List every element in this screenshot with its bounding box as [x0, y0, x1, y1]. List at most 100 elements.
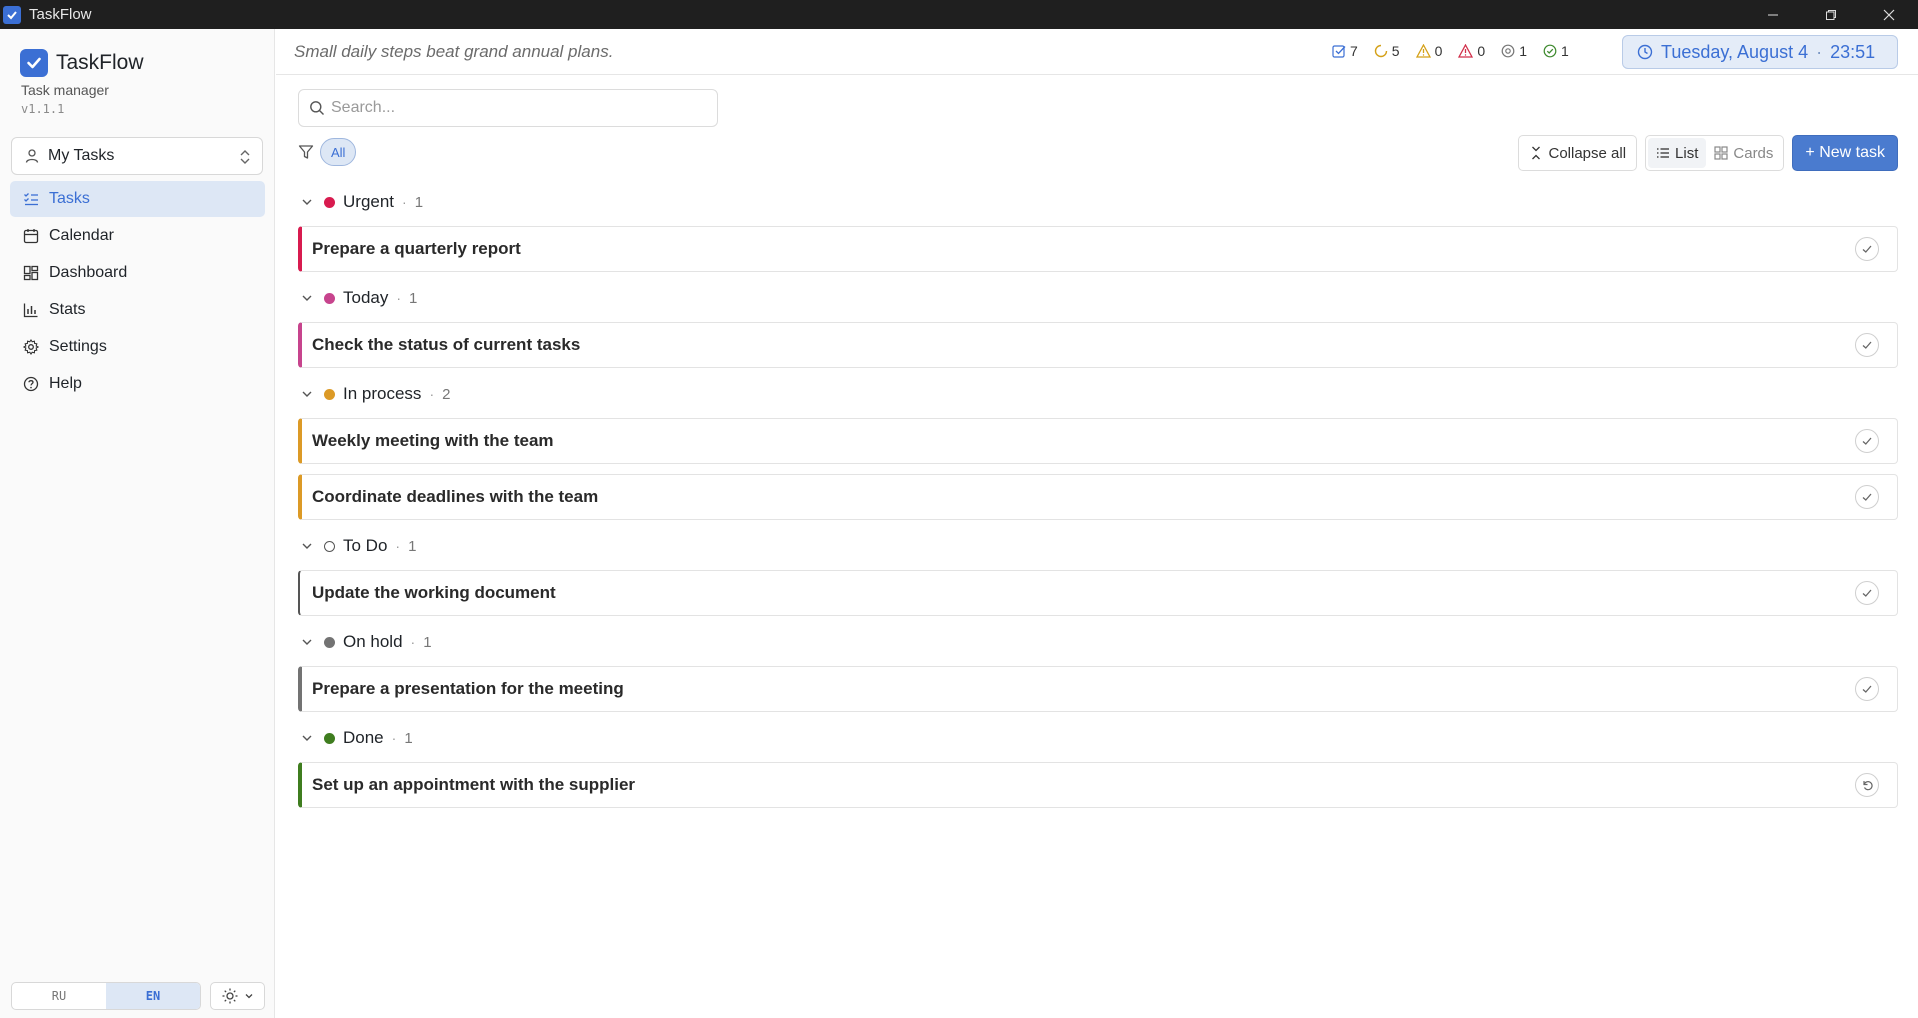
task-row[interactable]: Weekly meeting with the team: [298, 418, 1898, 464]
complete-task-button[interactable]: [1855, 237, 1879, 261]
check-icon: [1862, 685, 1872, 693]
gear-icon: [22, 338, 40, 356]
complete-task-button[interactable]: [1855, 485, 1879, 509]
progress-circle-icon: [1374, 44, 1387, 58]
brand-logo-icon: [20, 49, 48, 77]
sun-icon: [222, 988, 237, 1004]
complete-task-button[interactable]: [1855, 429, 1879, 453]
group-on-hold: On hold · 1 Prepare a presentation for t…: [298, 628, 1898, 712]
sidebar-item-calendar[interactable]: Calendar: [10, 218, 265, 254]
task-row[interactable]: Coordinate deadlines with the team: [298, 474, 1898, 520]
group-header[interactable]: Urgent · 1: [298, 188, 1898, 216]
lang-option-ru[interactable]: RU: [12, 983, 106, 1009]
group-header[interactable]: Today · 1: [298, 284, 1898, 312]
theme-toggle-button[interactable]: [210, 982, 265, 1010]
group-separator: ·: [402, 194, 407, 210]
group-name: Urgent: [343, 192, 395, 211]
group-status-dot: [324, 540, 335, 552]
sidebar-item-settings[interactable]: Settings: [10, 329, 265, 365]
counter-value: 1: [1519, 43, 1527, 59]
group-done: Done · 1 Set up an appointment with the …: [298, 724, 1898, 808]
group-header[interactable]: In process · 2: [298, 380, 1898, 408]
minimize-icon: [1768, 14, 1778, 15]
filter-icon[interactable]: [298, 144, 314, 160]
lang-option-en[interactable]: EN: [106, 983, 200, 1009]
current-date: Tuesday, August 4: [1661, 41, 1809, 62]
view-toggle: List Cards: [1645, 135, 1785, 171]
date-time-display[interactable]: Tuesday, August 4 · 23:51: [1622, 35, 1898, 69]
pause-circle-icon: [1501, 44, 1515, 58]
current-time: 23:51: [1830, 41, 1876, 62]
sidebar-item-help[interactable]: Help: [10, 366, 265, 402]
app-version: v1.1.1: [21, 102, 65, 116]
filter-chip-all[interactable]: All: [320, 138, 357, 166]
task-row[interactable]: Check the status of current tasks: [298, 322, 1898, 368]
counter-in-progress[interactable]: 5: [1374, 43, 1400, 59]
task-row[interactable]: Set up an appointment with the supplier: [298, 762, 1898, 808]
collapse-all-label: Collapse all: [1548, 144, 1627, 162]
sidebar-item-label: Dashboard: [49, 264, 128, 281]
view-list-button[interactable]: List: [1648, 138, 1707, 168]
sidebar-item-dashboard[interactable]: Dashboard: [10, 255, 265, 291]
group-name: To Do: [343, 536, 388, 555]
sidebar-item-label: Tasks: [49, 190, 90, 207]
app-logo-icon: [3, 5, 21, 24]
group-header[interactable]: Done · 1: [298, 724, 1898, 752]
task-groups: Urgent · 1 Prepare a quarterly report To…: [298, 183, 1898, 820]
list-icon: [1657, 148, 1670, 158]
counter-total[interactable]: 7: [1332, 43, 1358, 59]
group-separator: ·: [429, 386, 435, 402]
task-row[interactable]: Prepare a quarterly report: [298, 226, 1898, 272]
sidebar-nav: Tasks Calendar Dashboard Stats Settings: [10, 181, 265, 403]
counter-paused[interactable]: 1: [1501, 43, 1527, 59]
project-select[interactable]: My Tasks: [11, 137, 263, 175]
group-count: 1: [408, 537, 417, 555]
search-icon: [310, 101, 324, 115]
chevron-down-icon: [298, 729, 316, 747]
task-row[interactable]: Prepare a presentation for the meeting: [298, 666, 1898, 712]
filter-row: All: [298, 138, 357, 166]
task-title: Prepare a quarterly report: [312, 239, 521, 258]
daily-quote: Small daily steps beat grand annual plan…: [294, 42, 614, 61]
counter-done[interactable]: 1: [1543, 43, 1569, 59]
complete-task-button[interactable]: [1855, 333, 1879, 357]
clock-icon: [1637, 44, 1653, 60]
group-separator: ·: [410, 634, 416, 650]
complete-task-button[interactable]: [1855, 677, 1879, 701]
chevron-up-down-icon: [240, 150, 250, 164]
sidebar-item-stats[interactable]: Stats: [10, 292, 265, 328]
task-row[interactable]: Update the working document: [298, 570, 1898, 616]
group-separator: ·: [396, 290, 402, 306]
counter-overdue[interactable]: 0: [1458, 43, 1485, 59]
restore-icon: [1826, 9, 1836, 20]
sidebar-item-tasks[interactable]: Tasks: [10, 181, 265, 217]
minimize-button[interactable]: [1744, 0, 1802, 29]
counter-warning[interactable]: 0: [1415, 43, 1442, 59]
date-separator: ·: [1816, 41, 1823, 62]
view-cards-button[interactable]: Cards: [1706, 138, 1781, 168]
language-switcher: RU EN: [11, 982, 201, 1010]
search-box[interactable]: [298, 89, 718, 127]
window-titlebar: TaskFlow: [0, 0, 1918, 29]
search-input[interactable]: [331, 99, 711, 117]
group-count: 1: [423, 633, 432, 651]
group-count: 1: [409, 289, 418, 307]
collapse-all-button[interactable]: Collapse all: [1517, 135, 1638, 171]
calendar-icon: [22, 227, 40, 245]
chevron-down-icon: [298, 289, 316, 307]
group-status-dot: [324, 292, 335, 304]
list-checks-icon: [22, 190, 40, 208]
reopen-task-button[interactable]: [1855, 773, 1879, 797]
counter-value: 7: [1350, 43, 1358, 59]
close-window-button[interactable]: [1860, 0, 1918, 29]
new-task-button[interactable]: + New task: [1792, 135, 1898, 171]
group-header[interactable]: To Do · 1: [298, 532, 1898, 560]
group-name: On hold: [343, 632, 403, 651]
group-status-dot: [324, 636, 335, 648]
restore-button[interactable]: [1802, 0, 1860, 29]
status-counters: 7 5 0 0 1 1: [1332, 43, 1585, 59]
group-header[interactable]: On hold · 1: [298, 628, 1898, 656]
grid-icon: [1714, 146, 1728, 160]
help-circle-icon: [22, 375, 40, 393]
complete-task-button[interactable]: [1855, 581, 1879, 605]
